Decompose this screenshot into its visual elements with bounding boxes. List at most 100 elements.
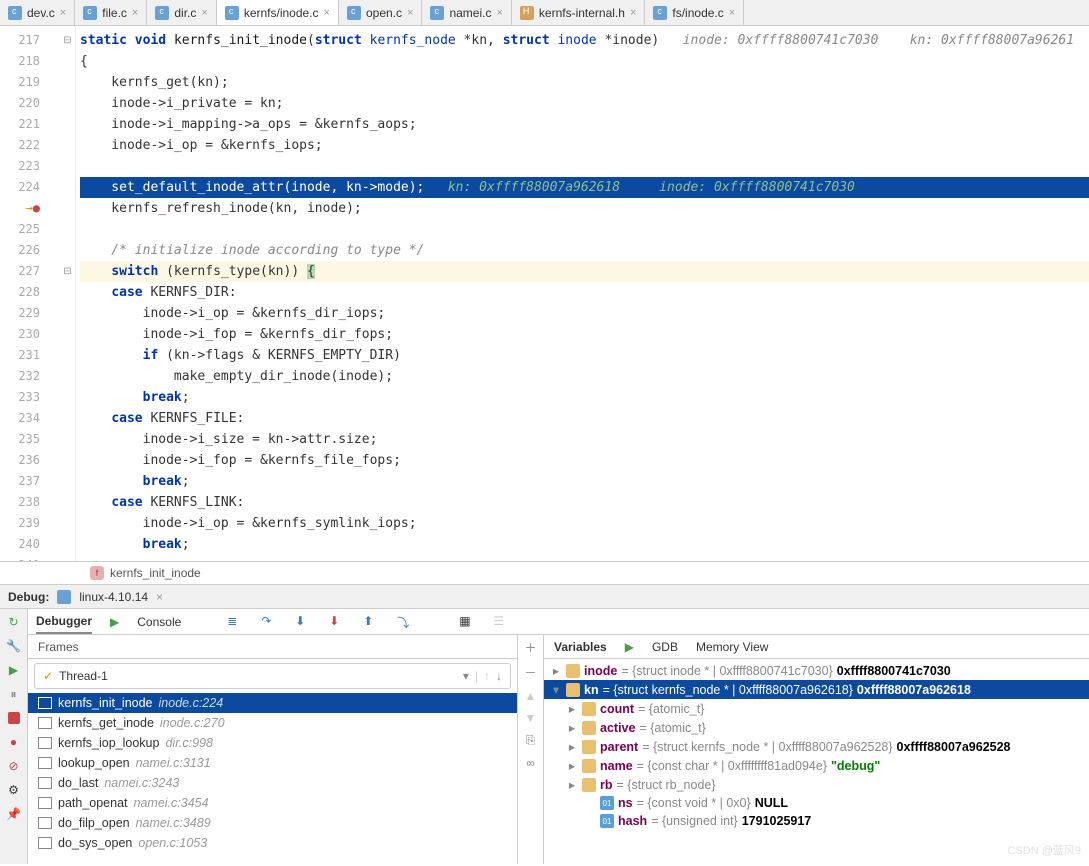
code-area[interactable]: static void kernfs_init_inode(struct ker… [76, 26, 1089, 561]
var-name: ns [618, 796, 633, 810]
tab-dev-c[interactable]: dev.c × [0, 0, 75, 25]
function-icon: f [90, 566, 104, 580]
expand-icon[interactable]: ▸ [550, 663, 562, 678]
down-icon[interactable]: ▼ [525, 711, 537, 725]
expand-icon[interactable]: ▸ [566, 739, 578, 754]
resume-button[interactable]: ▶ [5, 661, 23, 679]
tab-kernfs-internal-h[interactable]: kernfs-internal.h× [512, 0, 645, 25]
variable-row[interactable]: ▸name = {const char * | 0xffffffff81ad09… [544, 756, 1089, 775]
frame-row[interactable]: kernfs_init_inode inode.c:224 [28, 693, 517, 713]
close-icon[interactable]: × [407, 7, 413, 19]
frame-row[interactable]: path_openat namei.c:3454 [28, 793, 517, 813]
close-icon[interactable]: × [60, 7, 66, 19]
mute-bp-button[interactable]: ⊘ [5, 757, 23, 775]
variable-row[interactable]: ▸inode = {struct inode * | 0xffff8800741… [544, 661, 1089, 680]
close-icon[interactable]: × [132, 7, 138, 19]
copy-icon[interactable]: ⎘ [526, 733, 536, 748]
layout-icon[interactable]: ☰ [493, 614, 509, 630]
tab-kernfs-inode-c[interactable]: kernfs/inode.c× [217, 0, 339, 25]
close-icon[interactable]: × [630, 7, 636, 19]
glasses-icon[interactable]: ∞ [526, 756, 535, 770]
close-icon[interactable]: × [496, 7, 502, 19]
debug-project[interactable]: linux-4.10.14 [79, 590, 148, 604]
breadcrumb[interactable]: f kernfs_init_inode [0, 561, 1089, 585]
thread-selector[interactable]: ✓ Thread-1 ▾ | ↑ ↓ [34, 663, 511, 689]
number-icon: 01 [600, 796, 614, 810]
close-icon[interactable]: × [324, 7, 330, 19]
prev-frame-icon[interactable]: ↑ [484, 669, 490, 683]
frame-row[interactable]: do_sys_open open.c:1053 [28, 833, 517, 853]
run-to-cursor-icon[interactable]: ⤵ [397, 614, 413, 630]
expand-icon[interactable]: ▸ [566, 777, 578, 792]
var-name: kn [584, 683, 599, 697]
close-icon[interactable]: × [201, 7, 207, 19]
fold-gutter: ⊟ ⊟ [60, 26, 76, 561]
tab-fs-inode-c[interactable]: fs/inode.c × [645, 0, 744, 25]
var-type: = {atomic_t} [638, 702, 704, 716]
variable-row[interactable]: 01hash = {unsigned int} 1791025917 [544, 812, 1089, 830]
pause-button[interactable]: ⏸ [5, 685, 23, 703]
gdb-icon: ▶ [625, 640, 634, 654]
file-icon [155, 6, 169, 20]
evaluate-icon[interactable]: ▦ [459, 614, 475, 630]
variable-row[interactable]: ▸active = {atomic_t} [544, 718, 1089, 737]
tab-variables[interactable]: Variables [554, 640, 607, 654]
tab-console[interactable]: Console [137, 611, 181, 633]
step-out-icon[interactable]: ⬆ [363, 614, 379, 630]
tab-gdb[interactable]: GDB [652, 640, 678, 654]
thread-name: Thread-1 [59, 669, 108, 683]
frame-row[interactable]: do_last namei.c:3243 [28, 773, 517, 793]
expand-icon[interactable]: ▸ [566, 758, 578, 773]
frame-loc: namei.c:3131 [136, 756, 211, 770]
tab-debugger[interactable]: Debugger [36, 610, 92, 634]
frames-list: kernfs_init_inode inode.c:224kernfs_get_… [28, 693, 517, 864]
file-icon [347, 6, 361, 20]
var-value: "debug" [831, 759, 880, 773]
variable-row[interactable]: 01ns = {const void * | 0x0} NULL [544, 794, 1089, 812]
pin-icon[interactable]: 📌 [5, 805, 23, 823]
frame-row[interactable]: kernfs_get_inode inode.c:270 [28, 713, 517, 733]
tab-memory[interactable]: Memory View [696, 640, 768, 654]
variable-row[interactable]: ▸parent = {struct kernfs_node * | 0xffff… [544, 737, 1089, 756]
rerun-button[interactable]: ↻ [5, 613, 23, 631]
up-icon[interactable]: ▲ [525, 689, 537, 703]
close-icon[interactable]: × [729, 7, 735, 19]
stop-button[interactable] [5, 709, 23, 727]
tab-namei-c[interactable]: namei.c× [422, 0, 511, 25]
force-step-icon[interactable]: ⬇ [329, 614, 345, 630]
add-watch-icon[interactable]: ＋ [524, 639, 536, 656]
frame-row[interactable]: kernfs_iop_lookup dir.c:998 [28, 733, 517, 753]
close-icon[interactable]: × [156, 590, 163, 604]
step-into-my-icon[interactable]: ⬇ [295, 614, 311, 630]
step-over-icon[interactable]: ≣ [227, 614, 243, 630]
breadcrumb-fn: kernfs_init_inode [110, 566, 201, 580]
tab-label: dev.c [27, 6, 55, 20]
frame-fn: do_last [58, 776, 98, 790]
step-into-icon[interactable]: ↷ [261, 614, 277, 630]
settings-button[interactable]: 🔧 [5, 637, 23, 655]
frame-loc: open.c:1053 [138, 836, 207, 850]
frame-row[interactable]: lookup_open namei.c:3131 [28, 753, 517, 773]
variable-row[interactable]: ▸rb = {struct rb_node} [544, 775, 1089, 794]
var-type: = {struct kernfs_node * | 0xffff88007a96… [603, 683, 853, 697]
variable-row[interactable]: ▾ kn = {struct kernfs_node * | 0xffff8800… [544, 680, 1089, 699]
breakpoints-button[interactable]: ● [5, 733, 23, 751]
remove-watch-icon[interactable]: － [524, 664, 536, 681]
var-name: hash [618, 814, 647, 828]
expand-icon[interactable]: ▸ [566, 701, 578, 716]
expand-icon[interactable]: ▸ [566, 720, 578, 735]
var-value: 0xffff8800741c7030 [837, 664, 951, 678]
tab-file-c[interactable]: file.c× [75, 0, 147, 25]
frame-icon [38, 737, 52, 749]
expand-icon[interactable]: ▾ [550, 682, 562, 697]
tab-label: fs/inode.c [672, 6, 723, 20]
next-frame-icon[interactable]: ↓ [496, 669, 502, 683]
gear-icon[interactable]: ⚙ [5, 781, 23, 799]
frame-icon [38, 837, 52, 849]
tab-dir-c[interactable]: dir.c× [147, 0, 216, 25]
frame-row[interactable]: do_filp_open namei.c:3489 [28, 813, 517, 833]
frame-icon [38, 797, 52, 809]
tab-open-c[interactable]: open.c× [339, 0, 422, 25]
var-value: NULL [755, 796, 788, 810]
variable-row[interactable]: ▸count = {atomic_t} [544, 699, 1089, 718]
